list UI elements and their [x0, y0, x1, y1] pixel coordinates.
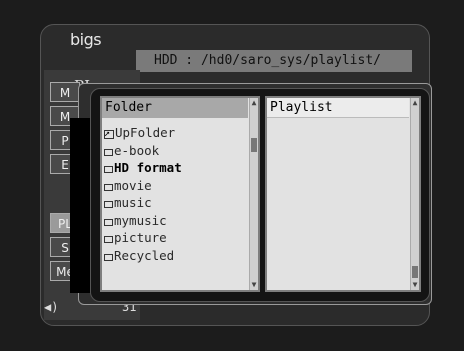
- list-item-label: movie: [114, 177, 152, 193]
- folder-icon: [104, 183, 113, 191]
- playlist-scrollbar[interactable]: ▲ ▼: [410, 98, 419, 290]
- scroll-up-icon[interactable]: ▲: [411, 98, 419, 108]
- scroll-down-icon[interactable]: ▼: [250, 280, 258, 290]
- list-item-label: music: [114, 195, 152, 210]
- menu-button-1[interactable]: M: [50, 82, 80, 102]
- folder-icon: [104, 148, 113, 156]
- scroll-up-icon[interactable]: ▲: [250, 98, 258, 108]
- speaker-icon: ◀): [44, 300, 59, 314]
- list-item-label: UpFolder: [115, 125, 176, 140]
- folder-pane: Folder UpFolder e-book HD format movie m…: [100, 96, 260, 292]
- folder-icon: [104, 218, 113, 226]
- list-item-music[interactable]: music: [104, 194, 182, 212]
- up-folder-icon: [104, 125, 114, 143]
- path-bar: HDD : /hd0/saro_sys/playlist/: [136, 50, 412, 72]
- list-item-label: Recycled: [114, 247, 175, 263]
- folder-icon: [104, 201, 113, 208]
- folder-scrollbar[interactable]: ▲ ▼: [249, 98, 258, 290]
- scroll-thumb[interactable]: [412, 266, 418, 278]
- list-item-upfolder[interactable]: UpFolder: [104, 124, 182, 143]
- list-item-hd-format[interactable]: HD format: [104, 159, 182, 177]
- folder-icon: [104, 166, 113, 173]
- folder-icon: [104, 253, 113, 261]
- list-item-recycled[interactable]: Recycled: [104, 247, 182, 265]
- list-item-label: HD format: [114, 160, 182, 175]
- playlist-pane: Playlist ▲ ▼: [265, 96, 421, 292]
- playlist-pane-header: Playlist: [267, 98, 409, 118]
- scroll-down-icon[interactable]: ▼: [411, 280, 419, 290]
- list-item-label: picture: [114, 230, 167, 245]
- folder-icon: [104, 236, 113, 243]
- folder-list: UpFolder e-book HD format movie music my…: [104, 124, 182, 264]
- brand-logo: bigs: [70, 30, 102, 49]
- list-item-label: e-book: [114, 142, 160, 158]
- list-item-e-book[interactable]: e-book: [104, 142, 182, 160]
- scroll-thumb[interactable]: [251, 138, 257, 152]
- list-item-movie[interactable]: movie: [104, 177, 182, 195]
- list-item-label: mymusic: [114, 212, 167, 228]
- list-item-picture[interactable]: picture: [104, 229, 182, 247]
- folder-pane-header: Folder: [102, 98, 248, 118]
- list-item-mymusic[interactable]: mymusic: [104, 212, 182, 230]
